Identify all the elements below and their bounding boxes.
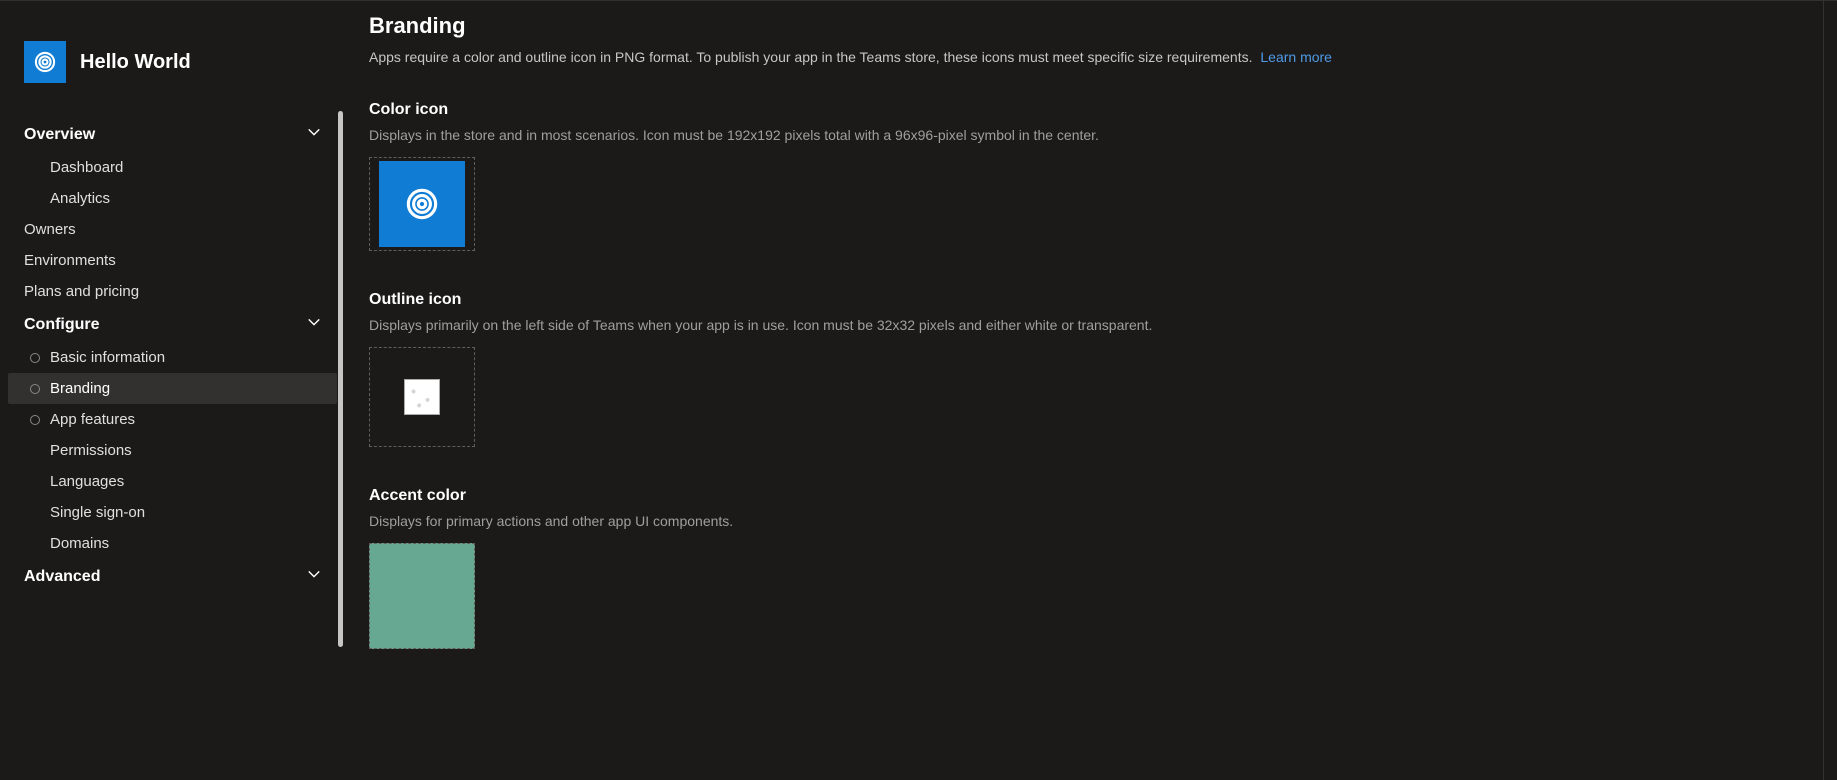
color-icon-preview [379,161,465,247]
nav-section-advanced[interactable]: Advanced [8,559,337,594]
learn-more-link[interactable]: Learn more [1260,49,1332,65]
sidebar-item-app-features[interactable]: App features [8,404,337,435]
bullet-icon [30,384,40,394]
sidebar-item-label: Basic information [50,349,165,366]
section-accent-color: Accent color Displays for primary action… [369,487,1793,649]
sidebar-item-label: Single sign-on [50,504,145,521]
app-title: Hello World [80,51,191,74]
sidebar-item-single-sign-on[interactable]: Single sign-on [8,497,337,528]
outline-icon-dropzone[interactable] [369,347,475,447]
section-desc: Displays primarily on the left side of T… [369,317,1793,333]
sidebar-item-label: App features [50,411,135,428]
main-content: Branding Apps require a color and outlin… [345,1,1823,780]
nav-section-label: Overview [24,126,95,144]
sidebar-item-label: Domains [50,535,109,552]
sidebar-item-owners[interactable]: Owners [8,214,337,245]
section-heading: Accent color [369,487,1793,505]
outline-icon-preview [404,379,440,415]
sidebar-item-languages[interactable]: Languages [8,466,337,497]
sidebar-item-basic-information[interactable]: Basic information [8,342,337,373]
sidebar-item-label: Languages [50,473,124,490]
main-scrollbar[interactable] [1823,1,1837,780]
section-outline-icon: Outline icon Displays primarily on the l… [369,291,1793,447]
nav-section-overview[interactable]: Overview [8,117,337,152]
section-desc: Displays for primary actions and other a… [369,513,1793,529]
color-icon-dropzone[interactable] [369,157,475,251]
bullet-icon [30,415,40,425]
chevron-down-icon [307,315,321,334]
sidebar-item-analytics[interactable]: Analytics [8,183,337,214]
section-color-icon: Color icon Displays in the store and in … [369,101,1793,251]
sidebar-item-label: Owners [24,221,76,238]
app-logo-icon [24,41,66,83]
sidebar-item-environments[interactable]: Environments [8,245,337,276]
sidebar-scrollbar[interactable] [338,111,343,647]
bullet-icon [30,353,40,363]
sidebar-item-label: Analytics [50,190,110,207]
page-lead: Apps require a color and outline icon in… [369,49,1793,65]
page-title: Branding [369,13,1793,39]
sidebar-item-label: Plans and pricing [24,283,139,300]
sidebar-item-branding[interactable]: Branding [8,373,337,404]
sidebar-item-domains[interactable]: Domains [8,528,337,559]
sidebar-item-plans-and-pricing[interactable]: Plans and pricing [8,276,337,307]
sidebar-item-permissions[interactable]: Permissions [8,435,337,466]
sidebar: Hello World Overview Dashboard Analytics… [0,1,345,780]
sidebar-item-label: Dashboard [50,159,123,176]
app-header: Hello World [0,41,345,117]
section-heading: Color icon [369,101,1793,119]
page-lead-text: Apps require a color and outline icon in… [369,49,1252,65]
sidebar-item-label: Permissions [50,442,132,459]
section-heading: Outline icon [369,291,1793,309]
sidebar-item-label: Branding [50,380,110,397]
nav-section-configure[interactable]: Configure [8,307,337,342]
nav-section-label: Advanced [24,568,100,586]
accent-color-swatch[interactable] [369,543,475,649]
sidebar-item-label: Environments [24,252,116,269]
section-desc: Displays in the store and in most scenar… [369,127,1793,143]
nav-section-label: Configure [24,316,100,334]
sidebar-item-dashboard[interactable]: Dashboard [8,152,337,183]
chevron-down-icon [307,125,321,144]
chevron-down-icon [307,567,321,586]
